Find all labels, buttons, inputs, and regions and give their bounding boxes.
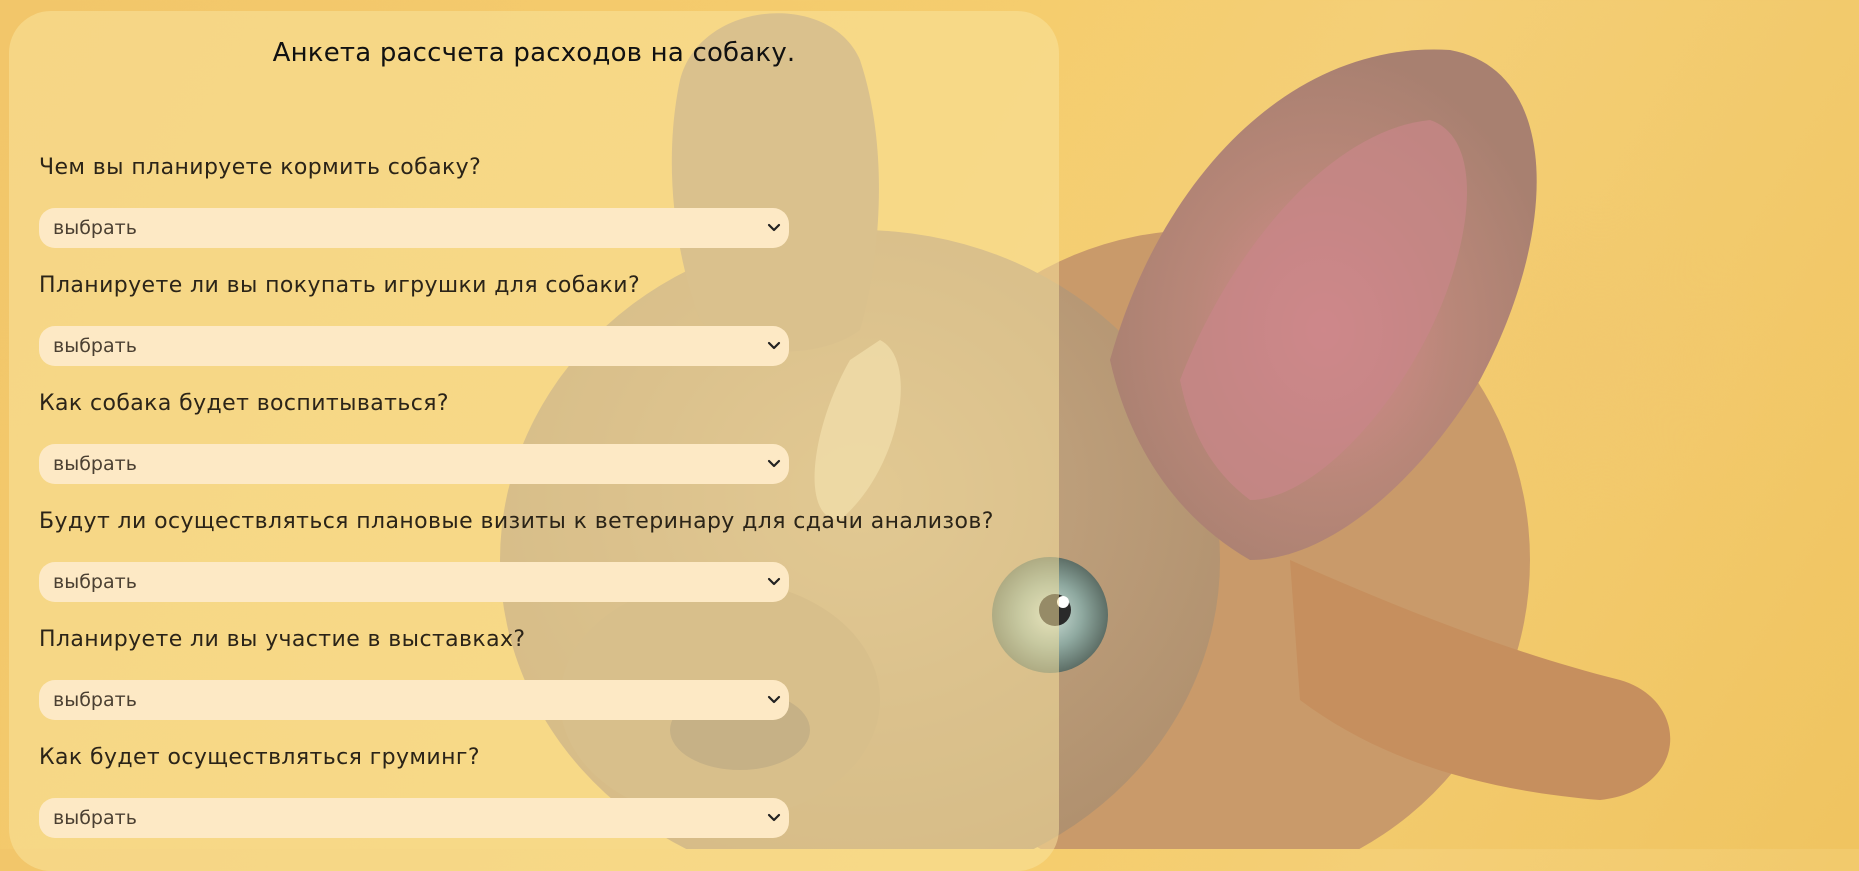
question-shows-label: Планируете ли вы участие в выставках? (39, 627, 526, 652)
chevron-down-icon (767, 695, 781, 704)
vet-select-value: выбрать (53, 571, 137, 593)
shows-select[interactable]: выбрать (39, 680, 789, 720)
chevron-down-icon (767, 459, 781, 468)
vet-select[interactable]: выбрать (39, 562, 789, 602)
food-select[interactable]: выбрать (39, 208, 789, 248)
form-panel (9, 11, 1059, 871)
toys-select[interactable]: выбрать (39, 326, 789, 366)
question-vet-label: Будут ли осуществляться плановые визиты … (39, 509, 994, 534)
food-select-value: выбрать (53, 217, 137, 239)
training-select-value: выбрать (53, 453, 137, 475)
chevron-down-icon (767, 341, 781, 350)
question-toys-label: Планируете ли вы покупать игрушки для со… (39, 273, 641, 298)
chevron-down-icon (767, 223, 781, 232)
shows-select-value: выбрать (53, 689, 137, 711)
training-select[interactable]: выбрать (39, 444, 789, 484)
chevron-down-icon (767, 813, 781, 822)
grooming-select-value: выбрать (53, 807, 137, 829)
toys-select-value: выбрать (53, 335, 137, 357)
question-food-label: Чем вы планируете кормить собаку? (39, 155, 482, 180)
question-training-label: Как собака будет воспитываться? (39, 391, 449, 416)
chevron-down-icon (767, 577, 781, 586)
question-grooming-label: Как будет осуществляться груминг? (39, 745, 480, 770)
grooming-select[interactable]: выбрать (39, 798, 789, 838)
page-title: Анкета рассчета расходов на собаку. (272, 38, 796, 68)
